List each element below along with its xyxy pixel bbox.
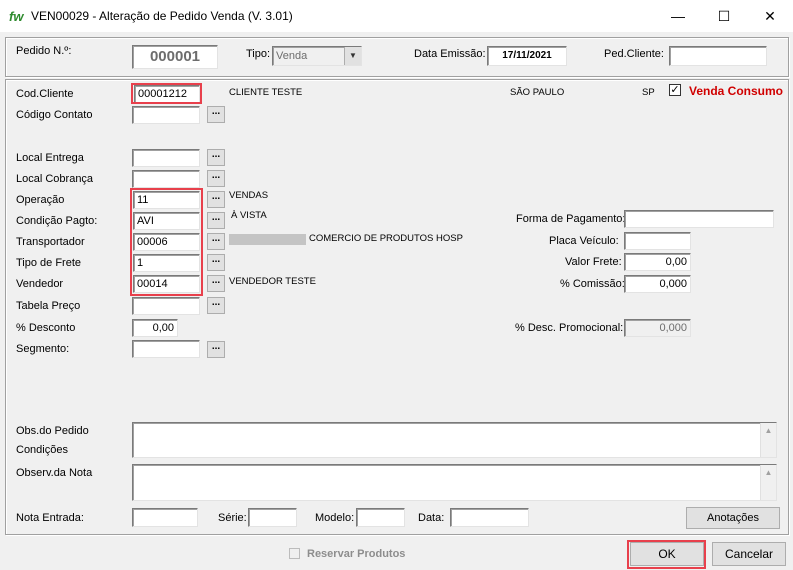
desconto-label: % Desconto xyxy=(16,322,76,334)
minimize-icon: — xyxy=(671,8,685,24)
obs-pedido-textarea[interactable]: ▲▼ xyxy=(132,422,777,458)
desc-promocional-field[interactable]: 0,000 xyxy=(624,319,691,337)
codigo-contato-field[interactable] xyxy=(132,106,200,124)
tipo-frete-label: Tipo de Frete xyxy=(16,257,82,269)
local-cobranca-field[interactable] xyxy=(132,170,200,188)
condicao-pagto-lookup-button[interactable]: ... xyxy=(207,212,225,229)
obs-pedido-label: Obs.do Pedido xyxy=(16,425,89,437)
pedido-number-field[interactable]: 000001 xyxy=(132,45,218,69)
venda-consumo-checkbox[interactable]: ✓ xyxy=(669,84,681,96)
operacao-lookup-button[interactable]: ... xyxy=(207,191,225,208)
placa-veiculo-field[interactable] xyxy=(624,232,691,250)
cliente-uf: SP xyxy=(642,87,655,98)
title-bar: fw VEN00029 - Alteração de Pedido Venda … xyxy=(0,0,793,32)
modelo-field[interactable] xyxy=(356,508,405,527)
tipo-value: Venda xyxy=(276,50,308,62)
venda-consumo-label: Venda Consumo xyxy=(689,84,784,98)
tipo-frete-field[interactable]: 1 xyxy=(133,254,200,272)
checkmark-icon: ✓ xyxy=(670,84,680,96)
scrollbar[interactable]: ▲▼ xyxy=(760,423,776,457)
data-emissao-field[interactable]: 17/11/2021 xyxy=(487,46,567,66)
comissao-field[interactable]: 0,000 xyxy=(624,275,691,293)
reservar-produtos-checkbox[interactable] xyxy=(289,548,300,559)
pedido-label: Pedido N.º: xyxy=(16,45,72,57)
transportador-lookup-button[interactable]: ... xyxy=(207,233,225,250)
segmento-lookup-button[interactable]: ... xyxy=(207,341,225,358)
condicao-pagto-label: Condição Pagto: xyxy=(16,215,98,227)
close-icon: ✕ xyxy=(764,7,776,24)
vendedor-label: Vendedor xyxy=(16,278,64,290)
codigo-contato-lookup-button[interactable]: ... xyxy=(207,106,225,123)
desc-promocional-label: % Desc. Promocional: xyxy=(515,322,624,334)
cod-cliente-field[interactable]: 00001212 xyxy=(134,85,200,103)
ped-cliente-label: Ped.Cliente: xyxy=(604,48,664,60)
local-cobranca-lookup-button[interactable]: ... xyxy=(207,170,225,187)
data-emissao-label: Data Emissão: xyxy=(414,48,486,60)
minimize-button[interactable]: — xyxy=(655,0,701,32)
local-entrega-lookup-button[interactable]: ... xyxy=(207,149,225,166)
placa-veiculo-label: Placa Veículo: xyxy=(549,235,619,247)
transportador-label: Transportador xyxy=(16,236,85,248)
codigo-contato-label: Código Contato xyxy=(16,109,93,121)
maximize-icon: ☐ xyxy=(717,7,731,24)
cod-cliente-label: Cod.Cliente xyxy=(16,88,74,100)
condicao-pagto-desc: À VISTA xyxy=(231,210,267,221)
maximize-button[interactable]: ☐ xyxy=(701,0,747,32)
forma-pagamento-label: Forma de Pagamento: xyxy=(516,213,626,225)
tipo-select[interactable]: Venda ▼ xyxy=(272,46,362,66)
transportador-desc: COMERCIO DE PRODUTOS HOSP xyxy=(309,233,463,244)
ok-button[interactable]: OK xyxy=(630,542,704,566)
tipo-label: Tipo: xyxy=(246,48,271,60)
scrollbar[interactable]: ▲▼ xyxy=(760,465,776,500)
anotacoes-button[interactable]: Anotações xyxy=(686,507,780,529)
tipo-frete-lookup-button[interactable]: ... xyxy=(207,254,225,271)
window-title: VEN00029 - Alteração de Pedido Venda (V.… xyxy=(31,9,293,23)
observ-nota-textarea[interactable]: ▲▼ xyxy=(132,464,777,501)
close-button[interactable]: ✕ xyxy=(747,0,793,32)
cancelar-button[interactable]: Cancelar xyxy=(712,542,786,566)
chevron-down-icon[interactable]: ▼ xyxy=(344,47,361,65)
tabela-preco-label: Tabela Preço xyxy=(16,300,81,312)
operacao-label: Operação xyxy=(16,194,65,206)
local-cobranca-label: Local Cobrança xyxy=(16,173,94,185)
local-entrega-field[interactable] xyxy=(132,149,200,167)
app-logo: fw xyxy=(9,9,24,24)
serie-field[interactable] xyxy=(248,508,297,527)
operacao-desc: VENDAS xyxy=(229,190,269,201)
observ-nota-label: Observ.da Nota xyxy=(16,467,93,479)
forma-pagamento-field[interactable] xyxy=(624,210,774,228)
operacao-field[interactable]: 11 xyxy=(133,191,200,209)
data-field[interactable] xyxy=(450,508,529,527)
desconto-field[interactable]: 0,00 xyxy=(132,319,178,337)
cliente-name: CLIENTE TESTE xyxy=(229,87,303,98)
transportador-field[interactable]: 00006 xyxy=(133,233,200,251)
nota-entrada-field[interactable] xyxy=(132,508,198,527)
cliente-cidade: SÃO PAULO xyxy=(510,87,565,98)
serie-label: Série: xyxy=(218,512,247,524)
reservar-produtos-label: Reservar Produtos xyxy=(307,548,406,560)
vendedor-lookup-button[interactable]: ... xyxy=(207,275,225,292)
modelo-label: Modelo: xyxy=(315,512,355,524)
nota-entrada-label: Nota Entrada: xyxy=(16,512,84,524)
valor-frete-label: Valor Frete: xyxy=(565,256,622,268)
comissao-label: % Comissão: xyxy=(560,278,625,290)
redacted-block xyxy=(229,234,306,245)
vendedor-desc: VENDEDOR TESTE xyxy=(229,276,316,287)
local-entrega-label: Local Entrega xyxy=(16,152,84,164)
vendedor-field[interactable]: 00014 xyxy=(133,275,200,293)
condicao-pagto-field[interactable]: AVI xyxy=(133,212,200,230)
ped-cliente-field[interactable] xyxy=(669,46,767,66)
condicoes-label: Condições xyxy=(16,444,68,456)
segmento-field[interactable] xyxy=(132,340,200,358)
data-label: Data: xyxy=(418,512,445,524)
tabela-preco-lookup-button[interactable]: ... xyxy=(207,297,225,314)
segmento-label: Segmento: xyxy=(16,343,70,355)
valor-frete-field[interactable]: 0,00 xyxy=(624,253,691,271)
tabela-preco-field[interactable] xyxy=(132,297,200,315)
